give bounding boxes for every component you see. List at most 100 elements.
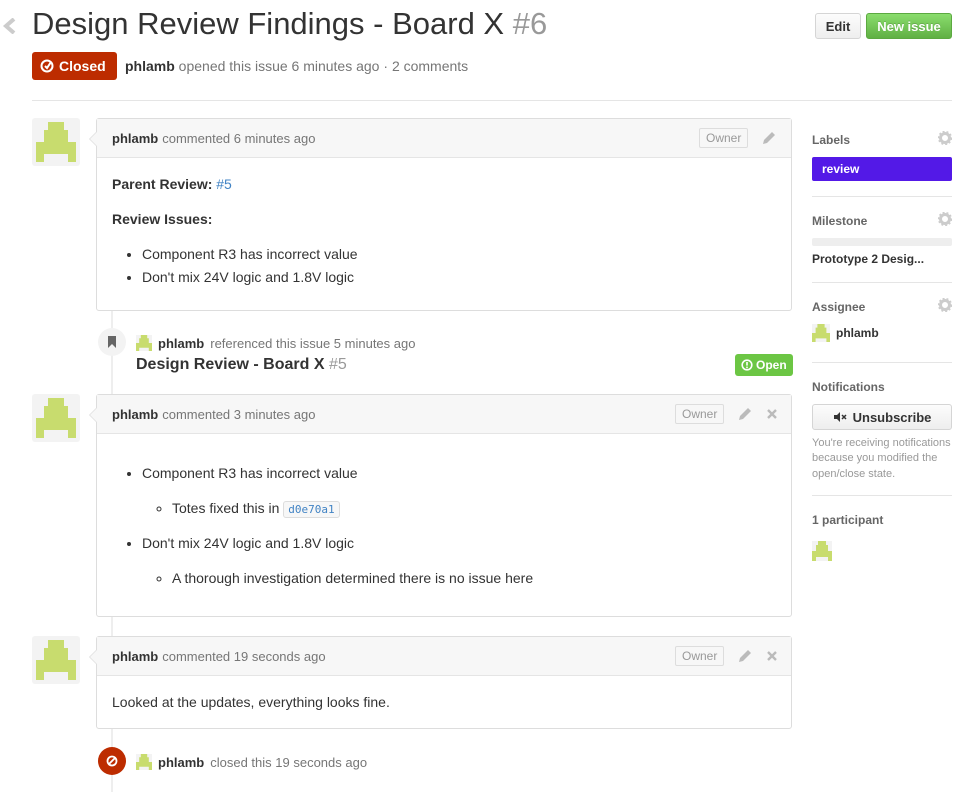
sidebar-assignee-header: Assignee bbox=[812, 298, 952, 314]
labels-title: Labels bbox=[812, 133, 851, 147]
meta-separator: · bbox=[383, 58, 389, 74]
avatar[interactable] bbox=[32, 118, 80, 166]
pencil-icon[interactable] bbox=[737, 406, 753, 422]
issue-title-text: Design Review Findings - Board X bbox=[32, 6, 505, 41]
sidebar-divider bbox=[812, 282, 952, 283]
owner-badge: Owner bbox=[675, 404, 725, 424]
referenced-issue-name[interactable]: Design Review - Board X bbox=[136, 356, 325, 373]
referenced-issue-title[interactable]: Design Review - Board X #5 bbox=[136, 356, 347, 374]
status-badge: Closed bbox=[32, 52, 117, 80]
sidebar-labels-header: Labels bbox=[812, 131, 952, 147]
reference-event-badge bbox=[98, 328, 126, 356]
assignee[interactable]: phlamb bbox=[812, 324, 879, 342]
comment-time[interactable]: commented 3 minutes ago bbox=[162, 407, 315, 422]
issue-opened-icon bbox=[741, 359, 753, 371]
comment-author[interactable]: phlamb bbox=[112, 649, 158, 664]
circle-slash-icon bbox=[106, 755, 118, 767]
closed-event: phlamb closed this 19 seconds ago bbox=[136, 754, 367, 770]
identicon-icon bbox=[36, 640, 76, 680]
reference-event: phlamb referenced this issue 5 minutes a… bbox=[136, 335, 415, 351]
open-state-label: Open bbox=[756, 358, 787, 372]
parent-review-label: Parent Review: bbox=[112, 176, 213, 192]
avatar[interactable] bbox=[32, 394, 80, 442]
list-item-text: Component R3 has incorrect value bbox=[142, 465, 358, 481]
opened-text: opened this issue 6 minutes ago bbox=[178, 58, 380, 74]
comment-body: Component R3 has incorrect value Totes f… bbox=[97, 434, 791, 617]
review-issues-label: Review Issues: bbox=[112, 211, 213, 228]
close-icon[interactable] bbox=[764, 406, 780, 422]
avatar[interactable] bbox=[136, 754, 152, 770]
event-text: referenced this issue 5 minutes ago bbox=[210, 335, 416, 351]
sidebar-divider bbox=[812, 362, 952, 363]
close-icon[interactable] bbox=[764, 648, 780, 664]
edit-button[interactable]: Edit bbox=[815, 13, 861, 39]
gear-icon[interactable] bbox=[938, 298, 952, 312]
chevron-left-icon[interactable] bbox=[2, 18, 16, 34]
referenced-issue-number[interactable]: #5 bbox=[329, 356, 347, 373]
sidebar-divider bbox=[812, 495, 952, 496]
owner-badge: Owner bbox=[699, 128, 749, 148]
open-state-badge: Open bbox=[735, 354, 793, 376]
avatar[interactable] bbox=[136, 335, 152, 351]
sub-list-item-text: Totes fixed this in bbox=[172, 500, 280, 517]
new-issue-button[interactable]: New issue bbox=[866, 13, 952, 39]
comment: phlamb commented 6 minutes ago Owner Par… bbox=[89, 118, 792, 311]
participant-avatar[interactable] bbox=[812, 541, 832, 561]
assignee-name[interactable]: phlamb bbox=[836, 326, 879, 340]
notification-reason: You're receiving notifications because y… bbox=[812, 437, 951, 480]
sub-list-item: A thorough investigation determined ther… bbox=[172, 567, 776, 590]
comment-time[interactable]: commented 6 minutes ago bbox=[162, 131, 315, 146]
milestone-progress-bar bbox=[812, 238, 952, 246]
event-author[interactable]: phlamb bbox=[158, 755, 204, 770]
issue-number: #6 bbox=[512, 6, 548, 41]
identicon-icon bbox=[36, 122, 76, 162]
sub-list-item: Totes fixed this in d0e70a1 bbox=[172, 497, 776, 520]
milestone-name[interactable]: Prototype 2 Desig... bbox=[812, 252, 924, 266]
comment: phlamb commented 3 minutes ago Owner Com… bbox=[89, 394, 792, 617]
comment-time[interactable]: commented 19 seconds ago bbox=[162, 649, 325, 664]
mute-icon bbox=[833, 412, 847, 422]
comment-text: Looked at the updates, everything looks … bbox=[112, 694, 390, 710]
pencil-icon[interactable] bbox=[761, 130, 777, 146]
notifications-title: Notifications bbox=[812, 380, 885, 394]
comment-body: Looked at the updates, everything looks … bbox=[97, 676, 791, 741]
event-text: closed this 19 seconds ago bbox=[210, 754, 368, 770]
owner-badge: Owner bbox=[675, 646, 725, 666]
event-author[interactable]: phlamb bbox=[158, 336, 204, 351]
list-item: Don't mix 24V logic and 1.8V logic bbox=[142, 266, 776, 289]
comment-author[interactable]: phlamb bbox=[112, 407, 158, 422]
comment-author[interactable]: phlamb bbox=[112, 131, 158, 146]
comment-body: Parent Review: #5 Review Issues: Compone… bbox=[97, 158, 791, 304]
issue-meta: phlamb opened this issue 6 minutes ago ·… bbox=[125, 58, 468, 74]
unsubscribe-label: Unsubscribe bbox=[852, 409, 932, 425]
label-review[interactable]: review bbox=[812, 157, 952, 181]
gear-icon[interactable] bbox=[938, 131, 952, 145]
issue-author[interactable]: phlamb bbox=[125, 58, 175, 74]
assignee-title: Assignee bbox=[812, 300, 866, 314]
comment-header: phlamb commented 3 minutes ago Owner bbox=[97, 395, 791, 434]
closed-event-badge bbox=[98, 747, 126, 775]
sub-list: A thorough investigation determined ther… bbox=[142, 567, 776, 590]
unsubscribe-button[interactable]: Unsubscribe bbox=[812, 404, 952, 430]
list-item: Component R3 has incorrect value Totes f… bbox=[142, 462, 776, 520]
list-item: Don't mix 24V logic and 1.8V logic A tho… bbox=[142, 532, 776, 590]
identicon-icon bbox=[36, 398, 76, 438]
list-item-text: Don't mix 24V logic and 1.8V logic bbox=[142, 535, 355, 552]
commit-link[interactable]: d0e70a1 bbox=[283, 501, 340, 519]
sub-list: Totes fixed this in d0e70a1 bbox=[142, 497, 776, 520]
pencil-icon[interactable] bbox=[737, 648, 753, 664]
sidebar-notifications-header: Notifications bbox=[812, 378, 952, 394]
bookmark-icon bbox=[108, 336, 116, 348]
gear-icon[interactable] bbox=[938, 212, 952, 226]
comment-header: phlamb commented 19 seconds ago Owner bbox=[97, 637, 791, 676]
list-item: Component R3 has incorrect value bbox=[142, 243, 776, 266]
avatar[interactable] bbox=[812, 324, 830, 342]
review-issues-heading: Review Issues: bbox=[112, 208, 776, 231]
parent-review-link[interactable]: #5 bbox=[216, 176, 232, 192]
header-divider bbox=[32, 100, 952, 101]
status-label: Closed bbox=[59, 58, 106, 74]
findings-list: Component R3 has incorrect value Totes f… bbox=[112, 462, 776, 590]
sidebar-participants-header: 1 participant bbox=[812, 511, 952, 527]
parent-review-line: Parent Review: #5 bbox=[112, 173, 776, 196]
avatar[interactable] bbox=[32, 636, 80, 684]
